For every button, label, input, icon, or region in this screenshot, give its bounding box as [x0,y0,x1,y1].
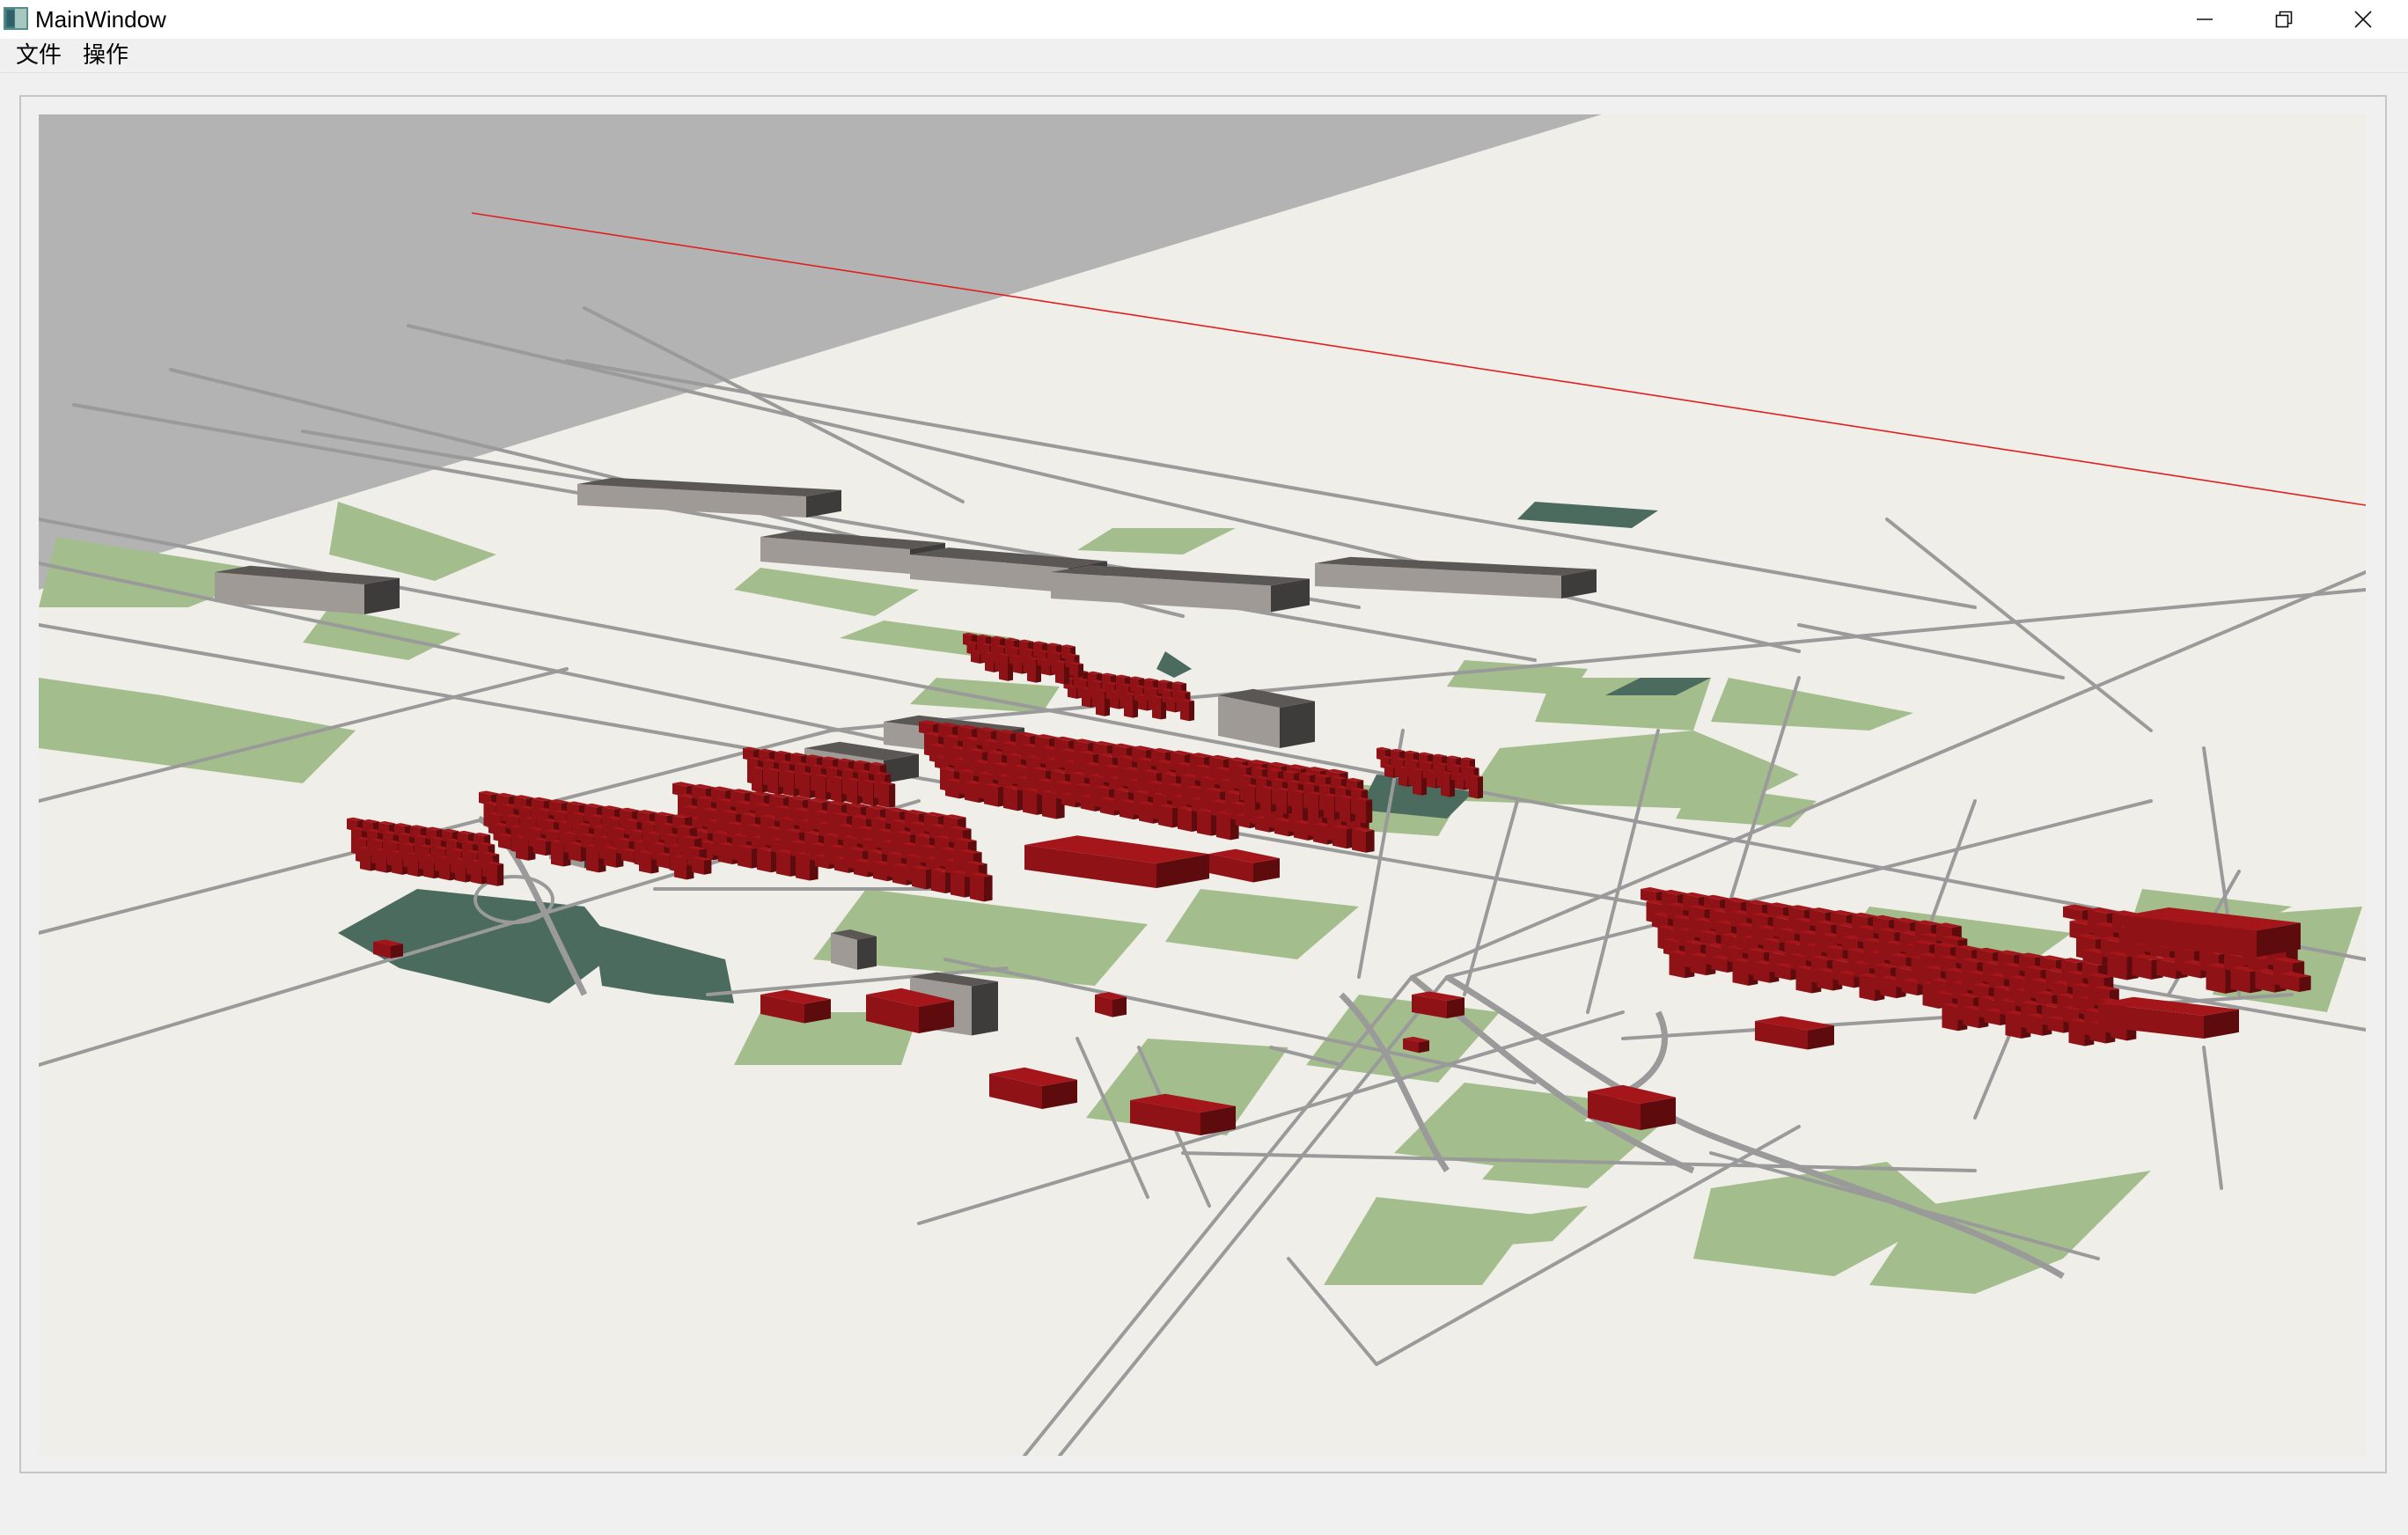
red-building [1352,826,1375,853]
close-icon [2353,10,2373,29]
red-building [1469,775,1483,799]
restore-icon [2274,10,2294,29]
close-button[interactable] [2324,0,2403,39]
title-bar[interactable]: MainWindow [0,0,2408,39]
window-title: MainWindow [35,6,166,33]
red-building [692,856,712,875]
menu-file[interactable]: 文件 [16,42,62,69]
red-building [1180,699,1194,722]
gray-building [831,929,877,970]
app-icon [4,7,28,30]
red-building [1355,797,1373,824]
menu-operation[interactable]: 操作 [83,42,128,69]
city-scene [39,114,2366,1456]
red-building [487,861,504,886]
menu-bar: 文件 操作 [0,39,2408,73]
main-window: MainWindow 文件 操作 [0,0,2408,1535]
restore-button[interactable] [2244,0,2324,39]
3d-map-viewport[interactable] [39,114,2366,1456]
red-building [878,781,896,808]
red-building [970,872,993,902]
minimize-button[interactable] [2165,0,2244,39]
red-building [1095,992,1127,1017]
red-building [1069,662,1083,678]
minimize-icon [2195,10,2214,29]
